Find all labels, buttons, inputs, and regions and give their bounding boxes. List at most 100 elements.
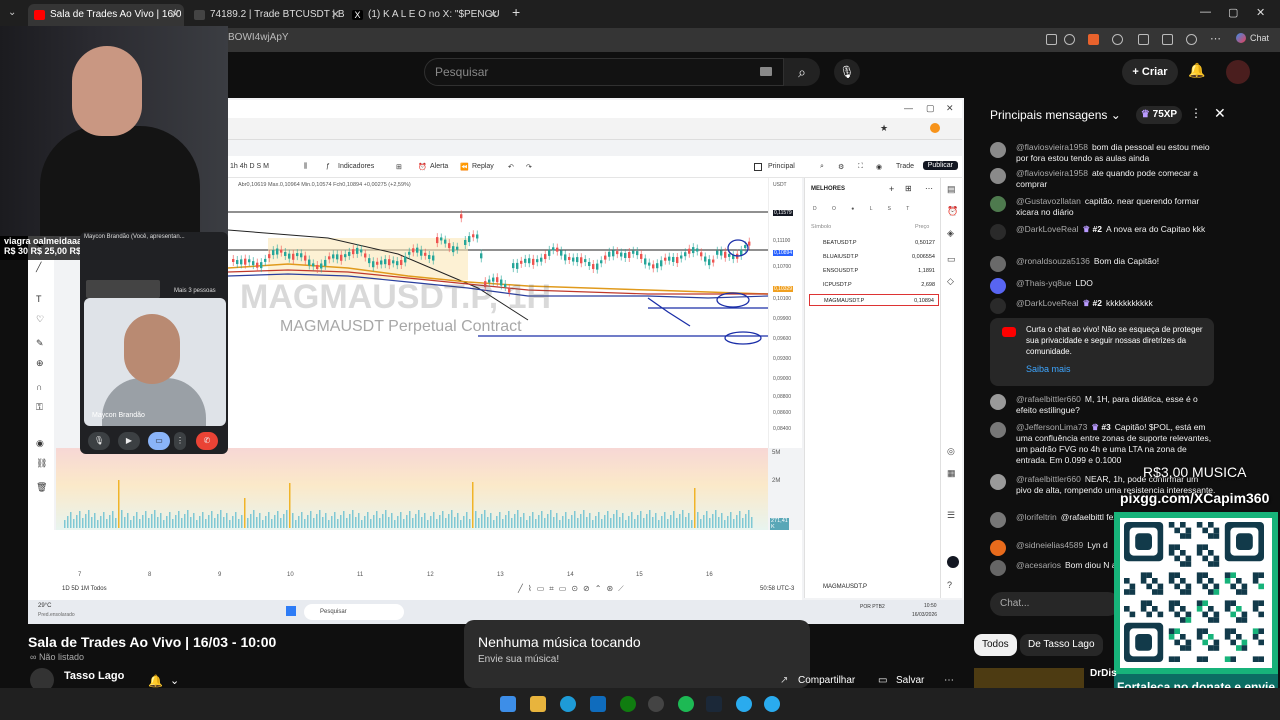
- copilot-chat-button[interactable]: Chat: [1250, 33, 1269, 43]
- close-icon[interactable]: ✕: [171, 4, 180, 26]
- minimize-icon[interactable]: —: [1200, 6, 1211, 18]
- split-icon[interactable]: [1138, 34, 1149, 45]
- avatar[interactable]: [990, 422, 1006, 438]
- chevron-down-icon[interactable]: ⌄: [170, 674, 179, 687]
- tab-list-icon[interactable]: ⌄: [8, 7, 16, 18]
- present-button[interactable]: ▭: [148, 432, 170, 450]
- menu-icon[interactable]: ⋯: [1210, 32, 1221, 45]
- volume-bar: [538, 515, 540, 528]
- message-author[interactable]: @flaviosvieira1958: [1016, 142, 1088, 152]
- avatar[interactable]: [1226, 60, 1250, 84]
- end-call-button[interactable]: ✆: [196, 432, 218, 450]
- chip-all[interactable]: Todos: [974, 634, 1017, 656]
- message-author[interactable]: @Gustavozllatan: [1016, 196, 1081, 206]
- candle-type-icon: ⫼: [304, 163, 308, 170]
- avatar[interactable]: [990, 560, 1006, 576]
- volume-bar: [712, 514, 714, 528]
- message-author[interactable]: @rafaelbittler660: [1016, 474, 1081, 484]
- tab-youtube[interactable]: Sala de Trades Ao Vivo | 16/0 ✕: [28, 4, 184, 26]
- notification-bell-icon[interactable]: 🔔: [148, 674, 163, 688]
- video-thumbnail[interactable]: [974, 668, 1084, 688]
- qr-cell: [1196, 656, 1203, 662]
- avatar[interactable]: [990, 540, 1006, 556]
- restore-icon[interactable]: ▢: [1228, 6, 1238, 19]
- avatar[interactable]: [990, 278, 1006, 294]
- more-options-button[interactable]: ⋮: [174, 432, 186, 450]
- message-author[interactable]: @Thais-yq8ue: [1016, 278, 1071, 288]
- qr-cell: [1236, 589, 1242, 595]
- chat-mode-dropdown[interactable]: Principais mensagens ⌄: [990, 108, 1121, 122]
- chatgpt-icon[interactable]: [648, 696, 664, 712]
- xp-badge[interactable]: ♛ 75XP: [1136, 106, 1182, 124]
- telegram-icon[interactable]: [764, 696, 780, 712]
- volume-bar: [739, 511, 741, 528]
- volume-bar: [79, 511, 81, 528]
- close-icon[interactable]: ✕: [331, 4, 340, 26]
- copilot-icon[interactable]: [1236, 33, 1246, 43]
- save-icon[interactable]: ▭: [878, 675, 887, 686]
- share-icon[interactable]: ↗: [780, 675, 788, 686]
- install-icon[interactable]: [1046, 34, 1057, 45]
- search-icon: ⌕: [820, 163, 824, 170]
- related-video-title[interactable]: DrDis: [1090, 668, 1117, 679]
- message-author[interactable]: @ronaldsouza5136: [1016, 256, 1090, 266]
- message-author[interactable]: @DarkLoveReal: [1016, 298, 1079, 308]
- address-text[interactable]: BOWI4wjApY: [228, 32, 289, 43]
- favorites-icon[interactable]: [1162, 34, 1173, 45]
- learn-more-link[interactable]: Saiba mais: [1026, 364, 1071, 374]
- qr-cell: [1213, 527, 1220, 534]
- edge-icon[interactable]: [560, 696, 576, 712]
- avatar[interactable]: [990, 196, 1006, 212]
- extension-icon[interactable]: [1088, 34, 1099, 45]
- search-input[interactable]: Pesquisar: [424, 58, 784, 86]
- message-author[interactable]: @DarkLoveReal: [1016, 224, 1079, 234]
- channel-name[interactable]: Tasso Lago: [64, 670, 124, 682]
- star-icon[interactable]: [1064, 34, 1075, 45]
- share-button[interactable]: Compartilhar: [798, 675, 855, 686]
- new-tab-button[interactable]: +: [512, 4, 520, 20]
- message-author[interactable]: @flaviosvieira1958: [1016, 168, 1088, 178]
- tab-bybit[interactable]: 74189.2 | Trade BTCUSDT | Bybit ✕: [188, 4, 344, 26]
- telegram-icon[interactable]: [736, 696, 752, 712]
- message-author[interactable]: @lorifeltrin: [1016, 512, 1057, 522]
- keyboard-icon[interactable]: [760, 67, 772, 76]
- avatar[interactable]: [990, 224, 1006, 240]
- spotify-icon[interactable]: [678, 696, 694, 712]
- avatar[interactable]: [990, 394, 1006, 410]
- notifications-icon[interactable]: 🔔: [1188, 62, 1205, 79]
- avatar[interactable]: [990, 298, 1006, 314]
- refresh-icon[interactable]: [1112, 34, 1123, 45]
- avatar[interactable]: [990, 256, 1006, 272]
- steam-icon[interactable]: [706, 696, 722, 712]
- message-author[interactable]: @rafaelbittler660: [1016, 394, 1081, 404]
- more-actions-icon[interactable]: ⋯: [944, 675, 954, 686]
- message-author[interactable]: @sidneielias4589: [1016, 540, 1083, 550]
- profile-icon[interactable]: [1186, 34, 1197, 45]
- message-author[interactable]: @acesarios: [1016, 560, 1061, 570]
- message-author[interactable]: @JeffersonLima73: [1016, 422, 1087, 432]
- volume-bar: [694, 488, 696, 528]
- avatar[interactable]: [990, 512, 1006, 528]
- tab-x[interactable]: X (1) K A L E O no X: "$PENGU Not n ✕: [346, 4, 502, 26]
- create-button[interactable]: + Criar: [1122, 59, 1178, 85]
- microphone-button[interactable]: 🎙: [88, 432, 110, 450]
- windows-start-icon[interactable]: [500, 696, 516, 712]
- chat-menu-icon[interactable]: ⋮: [1190, 106, 1202, 120]
- window-close-icon[interactable]: ✕: [1256, 6, 1265, 19]
- volume-bar: [721, 513, 723, 528]
- avatar[interactable]: [990, 168, 1006, 184]
- outlook-icon[interactable]: [590, 696, 606, 712]
- file-explorer-icon[interactable]: [530, 696, 546, 712]
- xbox-icon[interactable]: [620, 696, 636, 712]
- camera-button[interactable]: ▶: [118, 432, 140, 450]
- search-button[interactable]: ⌕: [784, 58, 820, 86]
- voice-search-button[interactable]: 🎙: [834, 59, 860, 85]
- volume-bar: [271, 519, 273, 528]
- close-icon[interactable]: ✕: [489, 4, 498, 26]
- avatar[interactable]: [990, 474, 1006, 490]
- chip-from-channel[interactable]: De Tasso Lago: [1020, 634, 1103, 656]
- close-chat-button[interactable]: ✕: [1214, 105, 1226, 122]
- avatar[interactable]: [990, 142, 1006, 158]
- save-button[interactable]: Salvar: [896, 675, 924, 686]
- chat-input[interactable]: Chat...: [990, 592, 1120, 616]
